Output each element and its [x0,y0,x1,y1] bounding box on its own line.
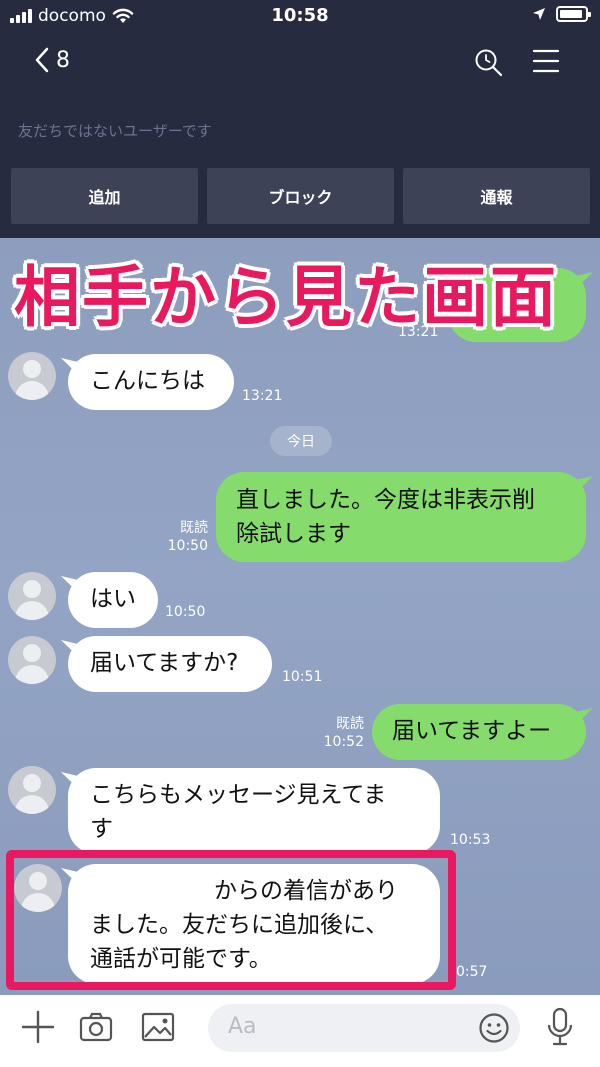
message-time: 13:21 [242,388,283,404]
nav-bar: 8 [0,40,600,84]
avatar[interactable] [14,864,62,912]
message-text: 届いてますか? [90,650,239,676]
message-time: 10:53 [450,832,491,848]
add-friend-button[interactable]: 追加 [11,168,198,224]
call-notice-bubble[interactable]: からの着信があり ました。友だちに追加後に、 通話が可能です。 [68,864,440,984]
header-icons [474,48,560,78]
avatar[interactable] [8,766,56,814]
message-text-line: こちらもメッセージ見えてま [90,782,387,808]
read-receipt: 既読 [180,520,208,536]
chat-header: docomo 10:58 8 友だちではないユーザーです 追加 ブロック 通報 [0,0,600,238]
overlay-caption: 相手から見た画面 [14,259,558,336]
message-text: はい [90,586,136,612]
message-bubble[interactable]: 届いてますか? [68,636,272,692]
message-text-line: す [90,816,113,842]
battery-icon [556,6,591,22]
message-text-line: 除試します [236,521,351,547]
plus-icon[interactable] [20,1009,56,1045]
block-button[interactable]: ブロック [207,168,394,224]
avatar[interactable] [8,352,56,400]
menu-icon[interactable] [532,48,560,74]
back-button[interactable]: 8 [34,46,70,74]
unread-count: 8 [56,47,70,73]
image-icon[interactable] [140,1009,176,1045]
avatar[interactable] [8,572,56,620]
message-time: 10:50 [165,604,206,620]
message-text-line: からの着信があり [214,878,398,904]
chat-area[interactable]: 13:21 こんにちは 13:21 今日 直しました。今度は非表示削 除試します… [0,238,600,995]
non-friend-notice: 友だちではないユーザーです [18,122,212,140]
message-input[interactable]: Aa [208,1004,520,1052]
input-bar: Aa [0,995,600,1067]
message-bubble[interactable]: 直しました。今度は非表示削 除試します [216,472,586,562]
location-arrow-icon [533,8,545,20]
report-button[interactable]: 通報 [403,168,590,224]
read-receipt: 既読 [336,716,364,732]
message-text: 届いてますよー [392,718,552,744]
camera-icon[interactable] [78,1009,114,1045]
emoji-icon[interactable] [478,1012,510,1044]
status-bar: docomo 10:58 [0,0,600,32]
status-right [532,6,591,22]
message-text-line: 通話が可能です。 [90,946,272,972]
chevron-left-icon [35,47,49,73]
message-time: 10:50 [167,538,208,554]
action-buttons: 追加 ブロック 通報 [11,168,590,224]
microphone-icon[interactable] [546,1007,574,1047]
message-time: 10:51 [282,669,323,685]
message-bubble[interactable]: こんにちは [68,354,234,410]
search-icon[interactable] [474,48,504,78]
message-time: 10:52 [323,734,364,750]
avatar[interactable] [8,636,56,684]
message-input-placeholder: Aa [228,1014,257,1039]
message-bubble[interactable]: 届いてますよー [372,704,586,760]
message-text-line: ました。友だちに追加後に、 [90,912,389,938]
status-time: 10:58 [271,5,329,26]
message-text-line: 直しました。今度は非表示削 [236,487,535,513]
message-time: 0:57 [456,964,488,980]
message-bubble[interactable]: こちらもメッセージ見えてま す [68,768,440,854]
message-bubble[interactable]: はい [68,572,158,628]
message-text: こんにちは [90,368,205,394]
date-separator: 今日 [270,426,332,456]
